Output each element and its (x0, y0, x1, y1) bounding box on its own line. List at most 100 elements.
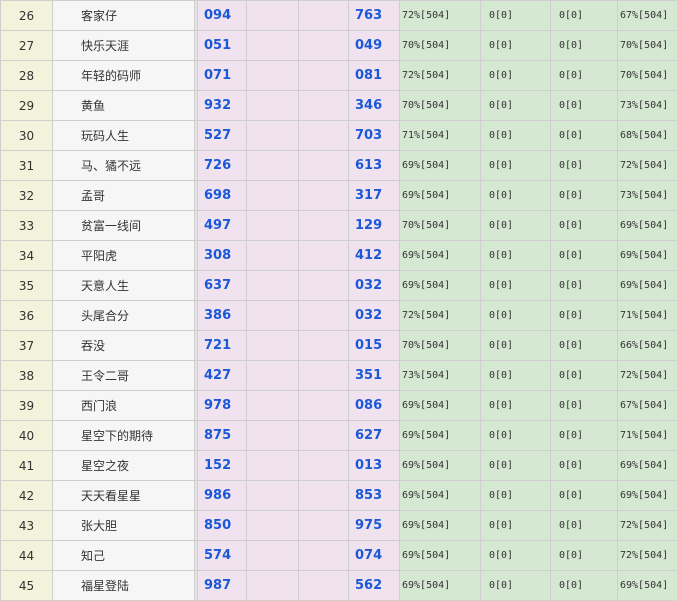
table-row: 32 孟哥 698 317 69%[504] 0[0] 0[0] 73%[504… (0, 180, 677, 211)
empty-cell (298, 480, 349, 511)
number-1-cell: 875 (197, 420, 247, 451)
empty-cell (246, 510, 299, 541)
table-row: 27 快乐天涯 051 049 70%[504] 0[0] 0[0] 70%[5… (0, 30, 677, 61)
rank-cell: 33 (0, 210, 53, 241)
number-1-cell: 637 (197, 270, 247, 301)
stat-3-cell: 0[0] (550, 60, 618, 91)
number-2-cell: 703 (348, 120, 400, 151)
number-1-cell: 721 (197, 330, 247, 361)
empty-cell (246, 360, 299, 391)
player-name-cell: 天天看星星 (52, 480, 195, 511)
rank-cell: 30 (0, 120, 53, 151)
empty-cell (246, 570, 299, 601)
stat-4-cell: 68%[504] (617, 120, 677, 151)
rank-cell: 29 (0, 90, 53, 121)
empty-cell (246, 90, 299, 121)
table-row: 39 西门浪 978 086 69%[504] 0[0] 0[0] 67%[50… (0, 390, 677, 421)
ranking-table-body: 26 客家仔 094 763 72%[504] 0[0] 0[0] 67%[50… (0, 0, 677, 601)
empty-cell (298, 120, 349, 151)
stat-1-cell: 70%[504] (399, 330, 481, 361)
stat-3-cell: 0[0] (550, 0, 618, 31)
number-1-cell: 527 (197, 120, 247, 151)
player-name-cell: 福星登陆 (52, 570, 195, 601)
rank-cell: 35 (0, 270, 53, 301)
stat-2-cell: 0[0] (480, 420, 551, 451)
stat-2-cell: 0[0] (480, 30, 551, 61)
number-1-cell: 386 (197, 300, 247, 331)
empty-cell (298, 180, 349, 211)
rank-cell: 32 (0, 180, 53, 211)
stat-3-cell: 0[0] (550, 510, 618, 541)
number-2-cell: 032 (348, 300, 400, 331)
empty-cell (298, 210, 349, 241)
table-row: 40 星空下的期待 875 627 69%[504] 0[0] 0[0] 71%… (0, 420, 677, 451)
empty-cell (298, 60, 349, 91)
stat-2-cell: 0[0] (480, 240, 551, 271)
number-1-cell: 932 (197, 90, 247, 121)
stat-3-cell: 0[0] (550, 120, 618, 151)
stat-3-cell: 0[0] (550, 300, 618, 331)
number-2-cell: 129 (348, 210, 400, 241)
number-2-cell: 763 (348, 0, 400, 31)
player-name-cell: 快乐天涯 (52, 30, 195, 61)
empty-cell (298, 150, 349, 181)
number-2-cell: 627 (348, 420, 400, 451)
number-1-cell: 978 (197, 390, 247, 421)
rank-cell: 38 (0, 360, 53, 391)
empty-cell (298, 510, 349, 541)
stat-4-cell: 70%[504] (617, 60, 677, 91)
stat-2-cell: 0[0] (480, 210, 551, 241)
player-name-cell: 吞没 (52, 330, 195, 361)
number-1-cell: 071 (197, 60, 247, 91)
empty-cell (298, 420, 349, 451)
stat-1-cell: 73%[504] (399, 360, 481, 391)
stat-3-cell: 0[0] (550, 240, 618, 271)
table-row: 30 玩码人生 527 703 71%[504] 0[0] 0[0] 68%[5… (0, 120, 677, 151)
stat-1-cell: 69%[504] (399, 510, 481, 541)
player-name-cell: 王令二哥 (52, 360, 195, 391)
stat-2-cell: 0[0] (480, 0, 551, 31)
stat-4-cell: 71%[504] (617, 300, 677, 331)
stat-1-cell: 69%[504] (399, 420, 481, 451)
stat-1-cell: 69%[504] (399, 180, 481, 211)
stat-1-cell: 71%[504] (399, 120, 481, 151)
stat-4-cell: 72%[504] (617, 540, 677, 571)
stat-3-cell: 0[0] (550, 180, 618, 211)
stat-3-cell: 0[0] (550, 540, 618, 571)
stat-1-cell: 70%[504] (399, 30, 481, 61)
stat-3-cell: 0[0] (550, 30, 618, 61)
stat-2-cell: 0[0] (480, 90, 551, 121)
table-row: 34 平阳虎 308 412 69%[504] 0[0] 0[0] 69%[50… (0, 240, 677, 271)
empty-cell (246, 120, 299, 151)
number-1-cell: 574 (197, 540, 247, 571)
stat-3-cell: 0[0] (550, 90, 618, 121)
number-1-cell: 698 (197, 180, 247, 211)
empty-cell (298, 570, 349, 601)
empty-cell (246, 420, 299, 451)
empty-cell (298, 30, 349, 61)
number-2-cell: 975 (348, 510, 400, 541)
table-row: 44 知己 574 074 69%[504] 0[0] 0[0] 72%[504… (0, 540, 677, 571)
table-row: 38 王令二哥 427 351 73%[504] 0[0] 0[0] 72%[5… (0, 360, 677, 391)
number-2-cell: 086 (348, 390, 400, 421)
stat-4-cell: 69%[504] (617, 210, 677, 241)
table-row: 28 年轻的码师 071 081 72%[504] 0[0] 0[0] 70%[… (0, 60, 677, 91)
number-1-cell: 987 (197, 570, 247, 601)
stat-1-cell: 69%[504] (399, 480, 481, 511)
stat-4-cell: 72%[504] (617, 510, 677, 541)
empty-cell (246, 480, 299, 511)
stat-1-cell: 69%[504] (399, 270, 481, 301)
stat-4-cell: 69%[504] (617, 480, 677, 511)
number-2-cell: 081 (348, 60, 400, 91)
empty-cell (298, 540, 349, 571)
number-1-cell: 308 (197, 240, 247, 271)
stat-2-cell: 0[0] (480, 540, 551, 571)
rank-cell: 39 (0, 390, 53, 421)
stat-2-cell: 0[0] (480, 360, 551, 391)
number-1-cell: 427 (197, 360, 247, 391)
table-row: 29 黄鱼 932 346 70%[504] 0[0] 0[0] 73%[504… (0, 90, 677, 121)
number-2-cell: 351 (348, 360, 400, 391)
rank-cell: 28 (0, 60, 53, 91)
stat-4-cell: 73%[504] (617, 90, 677, 121)
stat-1-cell: 69%[504] (399, 390, 481, 421)
